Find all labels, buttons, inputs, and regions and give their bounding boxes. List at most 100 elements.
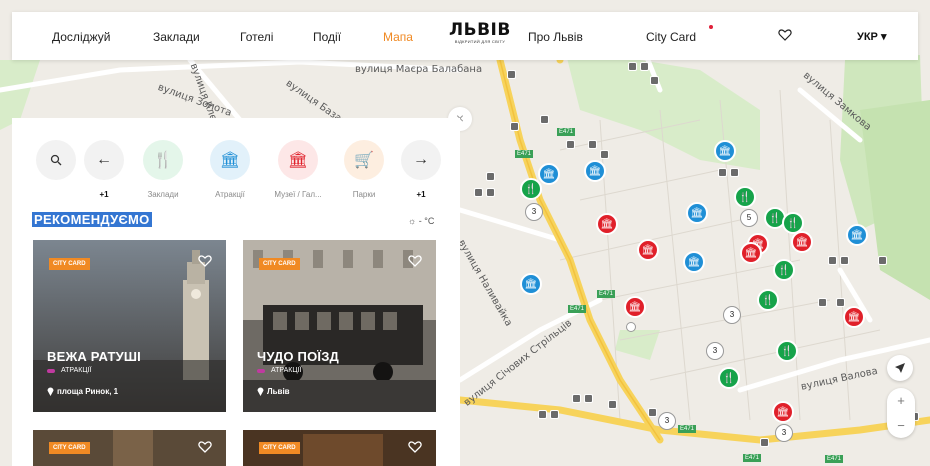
street-label: вулиця Маєра Балабана [355, 64, 483, 75]
bus-stop-icon[interactable] [730, 168, 739, 177]
cluster-marker[interactable]: 3 [658, 412, 676, 430]
bus-stop-icon[interactable] [878, 256, 887, 265]
attraction-marker-icon[interactable]: 🏛 [584, 160, 606, 182]
restaurant-marker-icon[interactable]: 🍴 [718, 367, 740, 389]
attraction-marker-icon[interactable]: 🏛 [520, 273, 542, 295]
nav-events[interactable]: Події [313, 30, 341, 44]
attraction-marker-icon[interactable]: 🏛 [714, 140, 736, 162]
nav-hotels[interactable]: Готелі [240, 30, 273, 44]
attraction-marker-icon[interactable]: 🏛 [846, 224, 868, 246]
restaurant-marker-icon[interactable]: 🍴 [520, 178, 542, 200]
bus-stop-icon[interactable] [718, 168, 727, 177]
category-attractions[interactable]: 🏛 Атракції [200, 140, 260, 199]
recommendation-card[interactable]: CITY CARD [243, 430, 436, 466]
bus-stop-icon[interactable] [572, 394, 581, 403]
bus-stop-icon[interactable] [818, 298, 827, 307]
attraction-marker-icon[interactable]: 🏛 [686, 202, 708, 224]
bus-stop-icon[interactable] [538, 410, 547, 419]
city-card-badge: CITY CARD [259, 258, 300, 270]
bus-stop-icon[interactable] [550, 410, 559, 419]
bus-stop-icon[interactable] [828, 256, 837, 265]
bus-stop-icon[interactable] [486, 172, 495, 181]
bus-stop-icon[interactable] [486, 188, 495, 197]
bus-stop-icon[interactable] [600, 150, 609, 159]
road-badge: E471 [743, 454, 762, 462]
road-badge: E471 [515, 150, 534, 158]
nav-places[interactable]: Заклади [153, 30, 200, 44]
location-pin-icon [257, 387, 264, 396]
bus-stop-icon[interactable] [640, 62, 649, 71]
search-icon[interactable] [36, 140, 76, 180]
museum-marker-icon[interactable]: 🏛 [740, 242, 762, 264]
bus-stop-icon[interactable] [760, 438, 769, 447]
cluster-marker[interactable]: 3 [706, 342, 724, 360]
cluster-marker[interactable]: 5 [740, 209, 758, 227]
bus-stop-icon[interactable] [608, 400, 617, 409]
logo-text: ЛЬВІВ [449, 20, 511, 40]
restaurant-marker-icon[interactable]: 🍴 [734, 186, 756, 208]
landmark-icon: 🏛 [210, 140, 250, 180]
recommendation-card[interactable]: CITY CARD [33, 430, 226, 466]
recommendation-card[interactable]: CITY CARD ЧУДО ПОЇЗД АТРАКЦІЇ Львів [243, 240, 436, 412]
cluster-marker[interactable]: 3 [723, 306, 741, 324]
weather-widget: ☼ - °C [408, 216, 434, 226]
bus-stop-icon[interactable] [836, 298, 845, 307]
zoom-out-button[interactable]: − [887, 413, 915, 438]
museum-marker-icon[interactable]: 🏛 [624, 296, 646, 318]
favorite-heart-icon[interactable] [408, 254, 422, 268]
card-address: площа Ринок, 1 [57, 387, 119, 396]
category-label: Музеї / Гал... [274, 190, 322, 199]
logo[interactable]: ЛЬВІВ ВІДКРИТИЙ ДЛЯ СВІТУ [449, 20, 511, 44]
bus-stop-icon[interactable] [840, 256, 849, 265]
city-card-badge: CITY CARD [49, 442, 90, 454]
attraction-marker-icon[interactable]: 🏛 [683, 251, 705, 273]
cluster-marker[interactable]: 3 [775, 424, 793, 442]
cluster-marker[interactable]: 3 [525, 203, 543, 221]
category-parks[interactable]: 🛒 Парки [334, 140, 394, 199]
category-next[interactable]: → +1 [391, 140, 451, 199]
cluster-marker-small[interactable] [626, 322, 636, 332]
bus-stop-icon[interactable] [650, 76, 659, 85]
language-selector[interactable]: УКР ▾ [857, 30, 886, 43]
locate-button[interactable] [887, 355, 913, 381]
side-panel: ← +1 🍴 Заклади 🏛 Атракції 🏛 Музеї / Гал.… [12, 118, 460, 466]
bus-stop-icon[interactable] [507, 70, 516, 79]
bus-stop-icon[interactable] [566, 140, 575, 149]
bus-stop-icon[interactable] [510, 122, 519, 131]
restaurant-marker-icon[interactable]: 🍴 [773, 259, 795, 281]
bus-stop-icon[interactable] [588, 140, 597, 149]
arrow-right-icon[interactable]: → [401, 140, 441, 180]
attraction-marker-icon[interactable]: 🏛 [538, 163, 560, 185]
favorites-heart-icon[interactable] [778, 28, 792, 42]
category-restaurants[interactable]: 🍴 Заклади [133, 140, 193, 199]
favorite-heart-icon[interactable] [408, 440, 422, 454]
favorite-heart-icon[interactable] [198, 254, 212, 268]
museum-marker-icon[interactable]: 🏛 [843, 306, 865, 328]
road-badge: E471 [825, 455, 844, 463]
category-count: +1 [416, 190, 426, 199]
museum-marker-icon[interactable]: 🏛 [772, 401, 794, 423]
bus-stop-icon[interactable] [474, 188, 483, 197]
museum-marker-icon[interactable]: 🏛 [596, 213, 618, 235]
category-prev[interactable]: ← +1 [74, 140, 134, 199]
museum-marker-icon[interactable]: 🏛 [637, 239, 659, 261]
favorite-heart-icon[interactable] [198, 440, 212, 454]
nav-about[interactable]: Про Львів [528, 30, 583, 44]
museum-marker-icon[interactable]: 🏛 [791, 231, 813, 253]
restaurant-marker-icon[interactable]: 🍴 [776, 340, 798, 362]
notification-dot [709, 25, 713, 29]
recommendation-card[interactable]: CITY CARD ВЕЖА РАТУШІ АТРАКЦІЇ площа Рин… [33, 240, 226, 412]
category-museums[interactable]: 🏛 Музеї / Гал... [268, 140, 328, 199]
nav-map[interactable]: Мапа [383, 30, 413, 44]
arrow-left-icon[interactable]: ← [84, 140, 124, 180]
nav-city-card[interactable]: City Card [646, 30, 696, 44]
stroller-icon: 🛒 [344, 140, 384, 180]
bus-stop-icon[interactable] [648, 408, 657, 417]
zoom-in-button[interactable]: + [887, 388, 915, 413]
restaurant-marker-icon[interactable]: 🍴 [757, 289, 779, 311]
nav-explore[interactable]: Досліджуй [52, 30, 110, 44]
bus-stop-icon[interactable] [584, 394, 593, 403]
bus-stop-icon[interactable] [540, 115, 549, 124]
bus-stop-icon[interactable] [628, 62, 637, 71]
road-badge: E471 [568, 305, 587, 313]
